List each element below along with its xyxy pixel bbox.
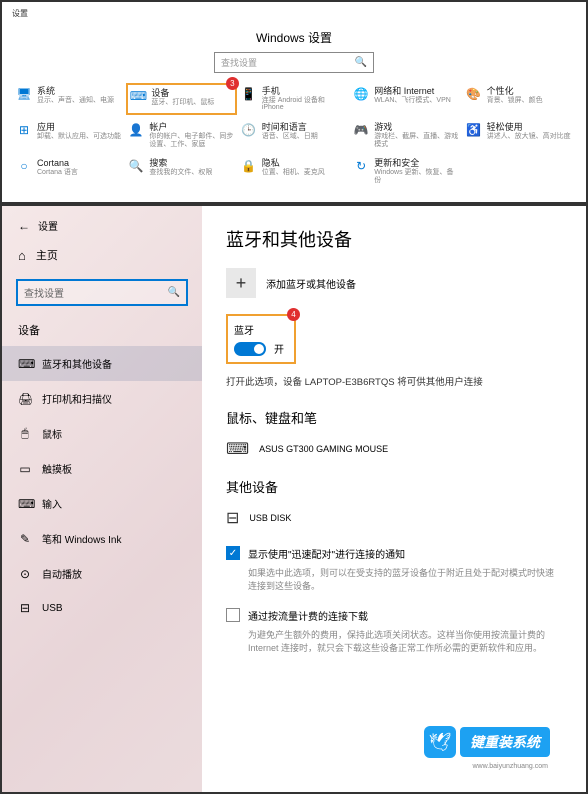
search-input-sidebar[interactable]: 查找设置 🔍 — [16, 279, 188, 306]
device-row[interactable]: ⊟ USB DISK — [226, 504, 562, 546]
step-badge-3: 3 — [226, 77, 239, 90]
tile-phone[interactable]: 📱手机连接 Android 设备和 iPhone — [239, 83, 349, 115]
tile-gaming[interactable]: 🎮游戏游戏栏、截屏、直播、游戏模式 — [351, 119, 461, 151]
watermark-icon: 🕊 — [424, 726, 456, 758]
cortana-icon: ○ — [16, 158, 32, 174]
gaming-icon: 🎮 — [353, 122, 369, 138]
back-icon[interactable]: ← — [18, 219, 30, 233]
checkbox-icon: ✓ — [226, 546, 240, 560]
tile-cortana[interactable]: ○CortanaCortana 语言 — [14, 155, 124, 187]
watermark-url: www.baiyunzhuang.com — [473, 763, 549, 770]
step-badge-4: 4 — [287, 308, 300, 321]
tile-time-language[interactable]: 🕒时间和语言语音、区域、日期 — [239, 119, 349, 151]
ease-icon: ♿ — [466, 122, 482, 138]
section-other-devices: 其他设备 — [226, 477, 562, 496]
nav-mouse[interactable]: 🖱鼠标 — [2, 416, 202, 451]
mouse-nav-icon: 🖱 — [18, 426, 32, 441]
system-icon: 🖥 — [16, 86, 32, 102]
tile-accounts[interactable]: 👤帐户你的帐户、电子邮件、同步设置、工作、家庭 — [126, 119, 236, 151]
search-icon: 🔍 — [168, 287, 180, 298]
device-row[interactable]: ⌨ ASUS GT300 GAMING MOUSE — [226, 435, 562, 477]
toggle-state: 开 — [274, 341, 284, 356]
devices-icon: ⌨ — [130, 88, 146, 104]
network-icon: 🌐 — [353, 86, 369, 102]
tile-search[interactable]: 🔍搜索查找我的文件、权限 — [126, 155, 236, 187]
bluetooth-description: 打开此选项，设备 LAPTOP-E3B6RTQS 将可供其他用户连接 — [226, 374, 562, 388]
update-icon: ↻ — [353, 158, 369, 174]
content-title: 蓝牙和其他设备 — [226, 226, 562, 252]
watermark-text: 键重装系统 — [460, 727, 550, 757]
accounts-icon: 👤 — [128, 122, 144, 138]
pen-nav-icon: ✎ — [18, 532, 32, 546]
home-icon: ⌂ — [18, 248, 26, 263]
autoplay-nav-icon: ⊙ — [18, 567, 32, 581]
checkbox-swift-pair[interactable]: ✓ 显示使用"迅速配对"进行连接的通知 — [226, 546, 562, 561]
phone-icon: 📱 — [241, 86, 257, 102]
nav-bluetooth[interactable]: ⌨蓝牙和其他设备 — [2, 346, 202, 381]
usb-nav-icon: ⊟ — [18, 601, 32, 615]
add-device-button[interactable]: + 添加蓝牙或其他设备 — [226, 268, 562, 298]
tile-system[interactable]: 🖥系统显示、声音、通知、电源 — [14, 83, 124, 115]
window-title: 设置 — [10, 6, 578, 21]
time-icon: 🕒 — [241, 122, 257, 138]
section-mouse-keyboard: 鼠标、键盘和笔 — [226, 408, 562, 427]
personalization-icon: 🎨 — [466, 86, 482, 102]
usb-device-icon: ⊟ — [226, 508, 239, 528]
tile-update-security[interactable]: ↻更新和安全Windows 更新、恢复、备份 — [351, 155, 461, 187]
swift-pair-description: 如果选中此选项，则可以在受支持的蓝牙设备位于附近且处于配对模式时快速连接到这些设… — [226, 567, 562, 592]
metered-description: 为避免产生额外的费用，保持此选项关闭状态。这样当你使用按流量计费的 Intern… — [226, 629, 562, 654]
sidebar-header: ← 设置 — [2, 214, 202, 237]
tile-ease-of-access[interactable]: ♿轻松使用讲述人、放大镜、高对比度 — [464, 119, 574, 151]
home-button[interactable]: ⌂ 主页 — [2, 237, 202, 273]
tile-personalization[interactable]: 🎨个性化背景、锁屏、颜色 — [464, 83, 574, 115]
tile-devices[interactable]: ⌨设备蓝牙、打印机、鼠标3 — [126, 83, 236, 115]
settings-detail-panel: ← 设置 ⌂ 主页 查找设置 🔍 设备 ⌨蓝牙和其他设备 🖨打印机和扫描仪 🖱鼠… — [0, 204, 588, 794]
settings-grid: 🖥系统显示、声音、通知、电源 ⌨设备蓝牙、打印机、鼠标3 📱手机连接 Andro… — [10, 83, 578, 188]
sidebar-section-title: 设备 — [2, 318, 202, 346]
printer-nav-icon: 🖨 — [18, 392, 32, 406]
checkbox-metered[interactable]: 通过按流量计费的连接下载 — [226, 608, 562, 623]
nav-typing[interactable]: ⌨输入 — [2, 486, 202, 521]
bluetooth-toggle-area: 4 蓝牙 开 — [226, 314, 296, 364]
checkbox-icon — [226, 608, 240, 622]
tile-apps[interactable]: ⊞应用卸载、默认应用、可选功能 — [14, 119, 124, 151]
windows-settings-panel: 设置 Windows 设置 查找设置 🔍 🖥系统显示、声音、通知、电源 ⌨设备蓝… — [0, 0, 588, 204]
tile-privacy[interactable]: 🔒隐私位置、相机、麦克风 — [239, 155, 349, 187]
search-input-top[interactable]: 查找设置 🔍 — [214, 52, 374, 73]
plus-icon: + — [226, 268, 256, 298]
keyboard-device-icon: ⌨ — [226, 439, 249, 459]
nav-pen[interactable]: ✎笔和 Windows Ink — [2, 521, 202, 556]
sidebar: ← 设置 ⌂ 主页 查找设置 🔍 设备 ⌨蓝牙和其他设备 🖨打印机和扫描仪 🖱鼠… — [2, 206, 202, 792]
nav-autoplay[interactable]: ⊙自动播放 — [2, 556, 202, 591]
bluetooth-nav-icon: ⌨ — [18, 357, 32, 371]
bluetooth-label: 蓝牙 — [234, 322, 284, 337]
tile-network[interactable]: 🌐网络和 InternetWLAN、飞行模式、VPN — [351, 83, 461, 115]
content-area: 蓝牙和其他设备 + 添加蓝牙或其他设备 4 蓝牙 开 打开此选项，设备 LAPT… — [202, 206, 586, 792]
nav-usb[interactable]: ⊟USB — [2, 591, 202, 625]
search-icon: 🔍 — [355, 57, 367, 68]
nav-printers[interactable]: 🖨打印机和扫描仪 — [2, 381, 202, 416]
nav-touchpad[interactable]: ▭触摸板 — [2, 451, 202, 486]
apps-icon: ⊞ — [16, 122, 32, 138]
privacy-icon: 🔒 — [241, 158, 257, 174]
watermark: 🕊 键重装系统 — [424, 726, 550, 758]
bluetooth-toggle[interactable] — [234, 342, 266, 356]
typing-nav-icon: ⌨ — [18, 497, 32, 511]
touchpad-nav-icon: ▭ — [18, 462, 32, 476]
search-tile-icon: 🔍 — [128, 158, 144, 174]
page-title: Windows 设置 — [10, 21, 578, 52]
